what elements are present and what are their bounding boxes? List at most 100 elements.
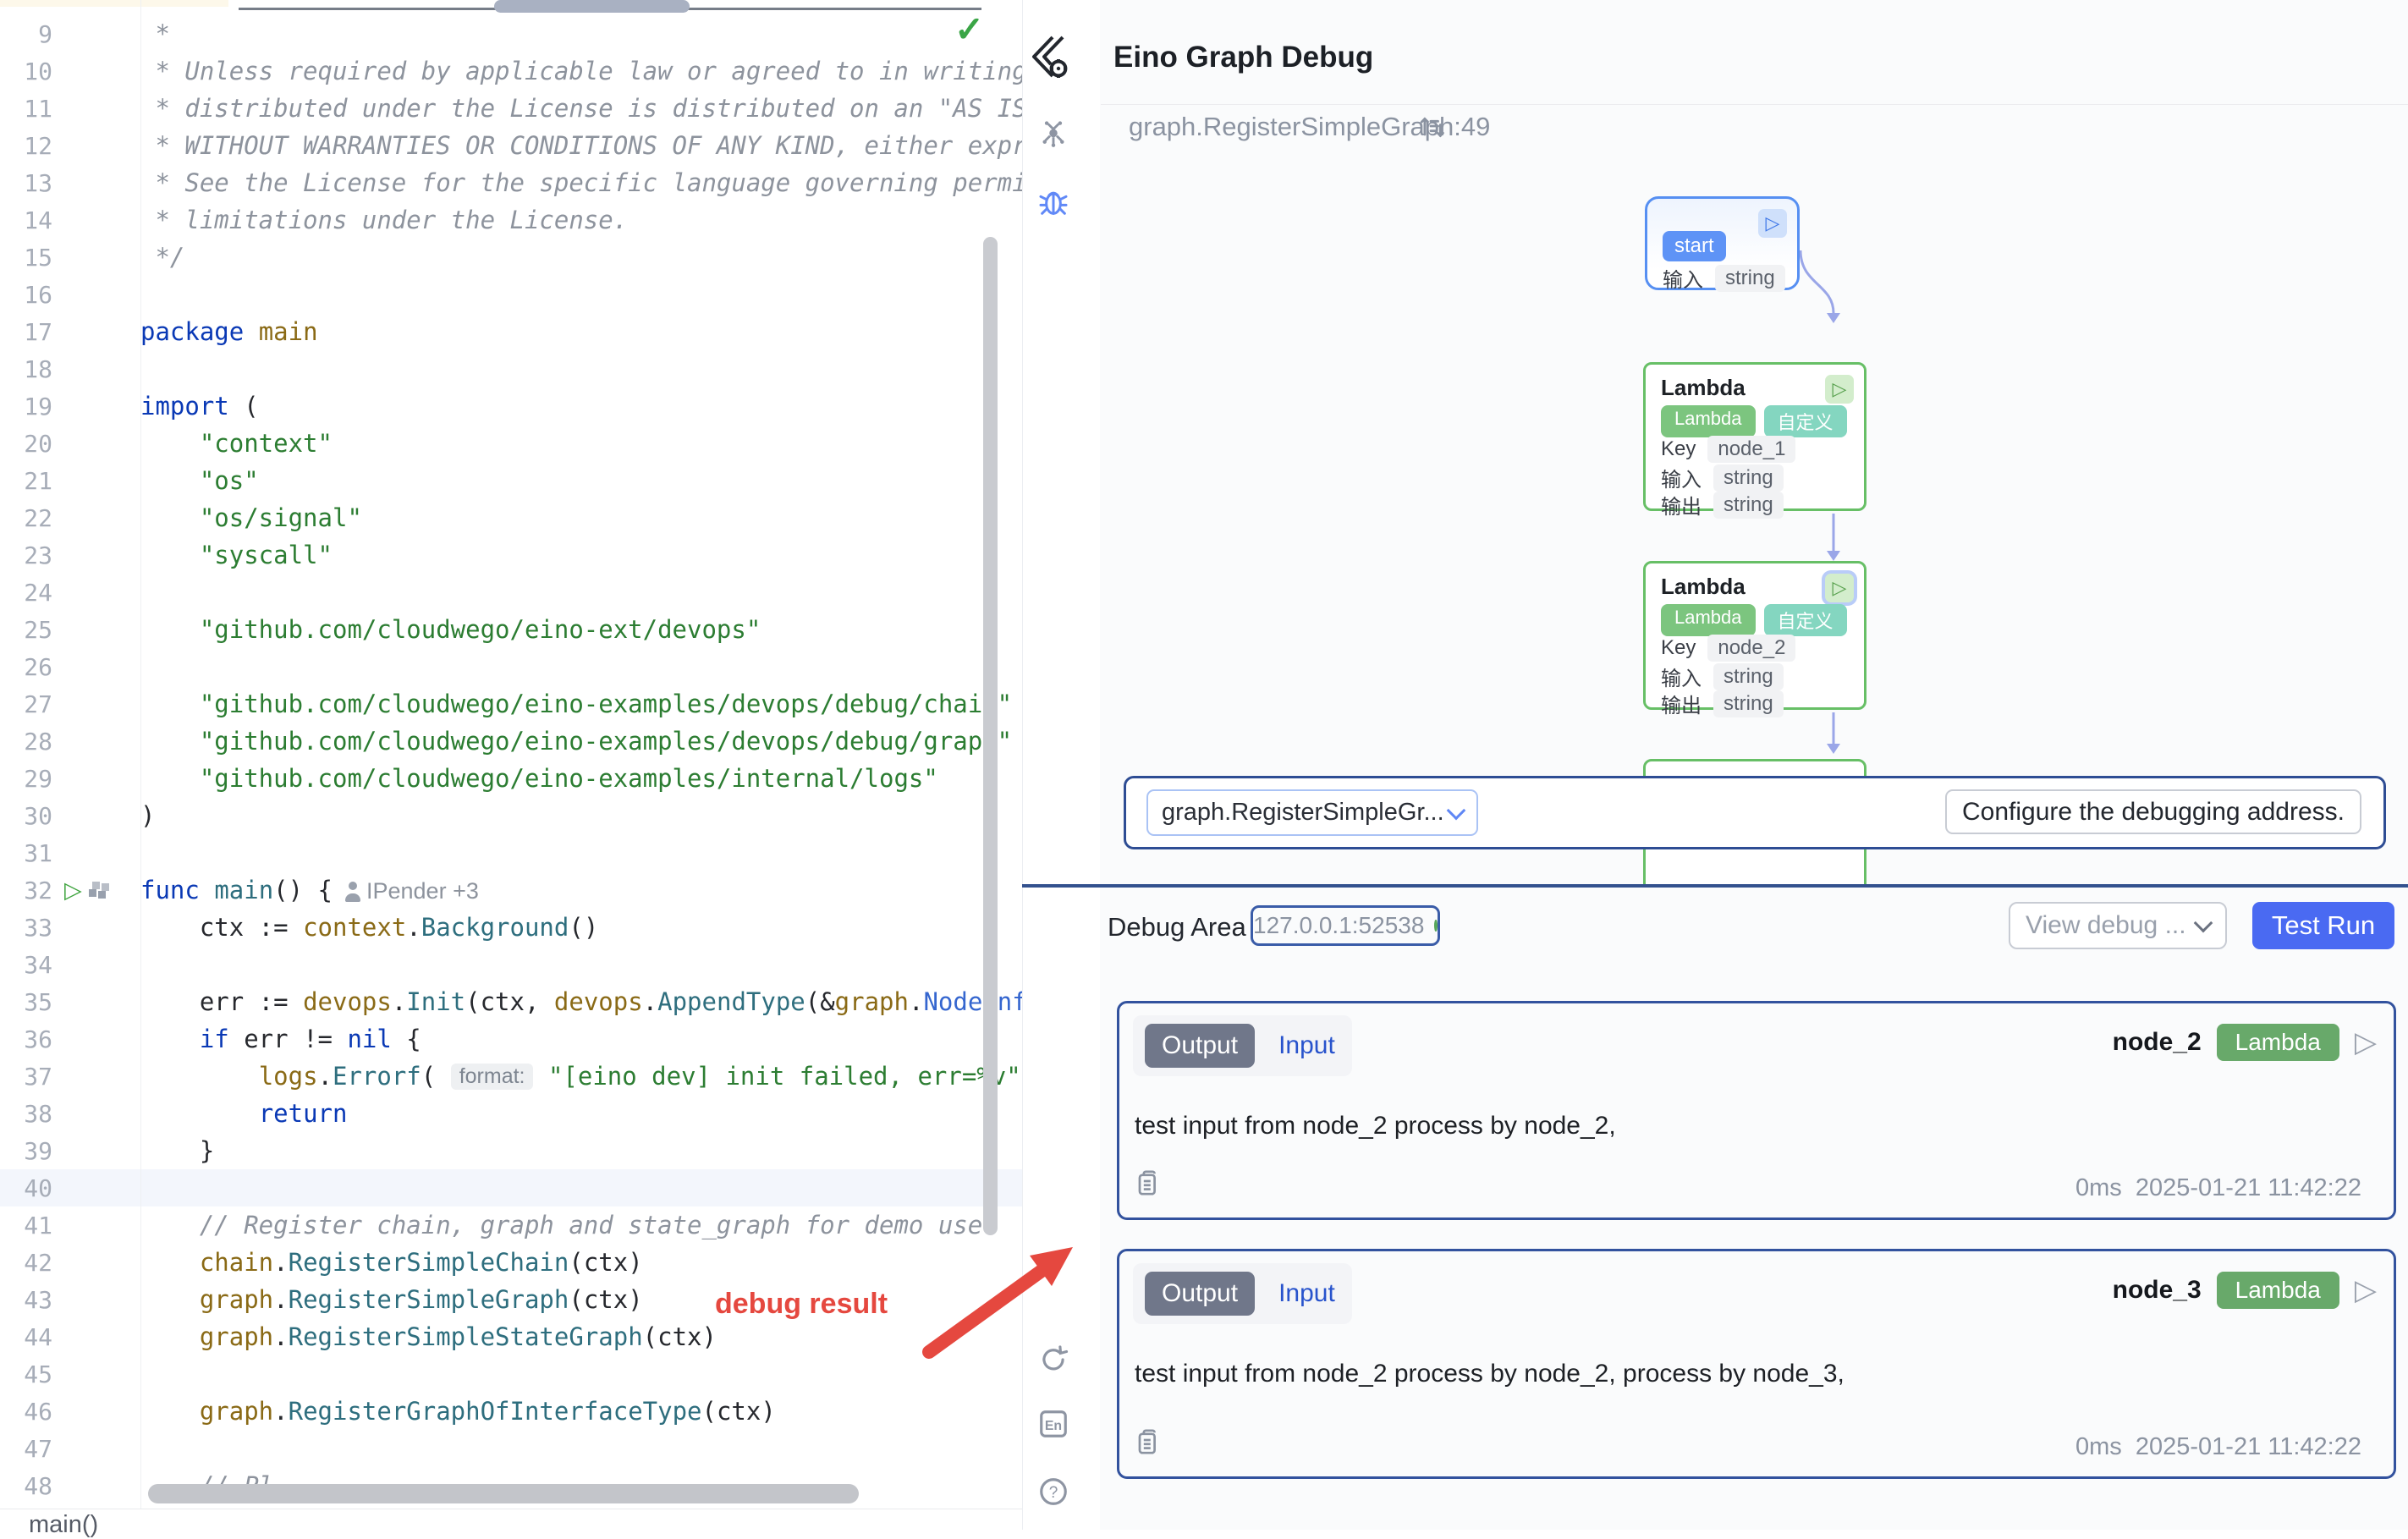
debug-address: 127.0.0.1:52538 <box>1253 912 1424 939</box>
code-line[interactable]: 39 } <box>0 1132 1022 1169</box>
copy-icon[interactable] <box>1133 1428 1160 1463</box>
code-line[interactable]: 11 * distributed under the License is di… <box>0 90 1022 127</box>
code-line[interactable]: 20 "context" <box>0 425 1022 462</box>
card-output-text: test input from node_2 process by node_2… <box>1135 1112 1616 1141</box>
minimap-thumb[interactable] <box>494 0 690 13</box>
code-line[interactable]: 27 "github.com/cloudwego/eino-examples/d… <box>0 685 1022 723</box>
card-lambda-badge: Lambda <box>2217 1272 2339 1309</box>
run-main-icon[interactable]: ▷ <box>64 879 82 902</box>
node-title: Lambda <box>1661 574 1746 600</box>
code-lines: 9 *10 * Unless required by applicable la… <box>0 15 1022 1504</box>
card-node-name: node_2 <box>2113 1028 2202 1057</box>
code-line[interactable]: 45 <box>0 1355 1022 1393</box>
code-line[interactable]: 15 */ <box>0 239 1022 276</box>
tab-input[interactable]: Input <box>1273 1031 1340 1060</box>
code-line[interactable]: 29 "github.com/cloudwego/eino-examples/i… <box>0 760 1022 797</box>
card-tabs: Output Input <box>1133 1015 1352 1076</box>
code-line[interactable]: 25 "github.com/cloudwego/eino-ext/devops… <box>0 611 1022 648</box>
tab-input[interactable]: Input <box>1273 1279 1340 1308</box>
debug-bug-icon[interactable] <box>1031 184 1075 220</box>
output-label: 输出 <box>1661 490 1702 519</box>
code-line[interactable]: 13 * See the License for the specific la… <box>0 164 1022 201</box>
svg-text:?: ? <box>1049 1484 1058 1502</box>
code-line[interactable]: 47 <box>0 1430 1022 1467</box>
profiler-icon[interactable] <box>89 889 96 897</box>
tab-output[interactable]: Output <box>1145 1024 1255 1068</box>
app-window: { "editor": { "breadcrumb": "main()", "d… <box>0 0 2408 1530</box>
code-line[interactable]: 34 <box>0 946 1022 983</box>
graph-select-dropdown[interactable]: graph.RegisterSimpleGr... <box>1146 789 1478 836</box>
graph-node-icon[interactable] <box>1031 117 1075 152</box>
code-line[interactable]: 16 <box>0 276 1022 313</box>
code-line[interactable]: 14 * limitations under the License. <box>0 201 1022 239</box>
configure-address-button[interactable]: Configure the debugging address. <box>1945 789 2361 834</box>
vertical-scrollbar[interactable] <box>983 237 998 1235</box>
language-en-icon[interactable]: En <box>1031 1406 1075 1442</box>
code-line[interactable]: 41 // Register chain, graph and state_gr… <box>0 1206 1022 1244</box>
node-title: Lambda <box>1661 375 1746 401</box>
node-play-button[interactable]: ▷ <box>1825 375 1854 404</box>
code-line[interactable]: 17package main <box>0 313 1022 350</box>
code-line[interactable]: 33 ctx := context.Background() <box>0 909 1022 946</box>
graph-selector-bar: graph.RegisterSimpleGr... Configure the … <box>1124 776 2386 849</box>
code-line[interactable]: 10 * Unless required by applicable law o… <box>0 52 1022 90</box>
eino-logo-icon <box>1025 32 1073 81</box>
card-play-icon[interactable]: ▷ <box>2355 1273 2377 1307</box>
card-timestamp: 2025-01-21 11:42:22 <box>2136 1174 2361 1201</box>
input-type-chip: string <box>1713 663 1784 690</box>
code-line[interactable]: 22 "os/signal" <box>0 499 1022 536</box>
card-duration: 0ms <box>2075 1174 2122 1201</box>
code-line[interactable]: 40 <box>0 1169 1022 1206</box>
test-run-button[interactable]: Test Run <box>2252 902 2394 949</box>
breadcrumb[interactable]: main() <box>0 1509 1022 1531</box>
graph-node-lambda-2[interactable]: Lambda ▷ Lambda 自定义 Keynode_2 输入string 输… <box>1643 561 1866 710</box>
debug-result-annotation: debug result <box>715 1288 901 1321</box>
code-line[interactable]: 44 graph.RegisterSimpleStateGraph(ctx) <box>0 1318 1022 1355</box>
lambda-badge: Lambda <box>1661 604 1756 636</box>
breadcrumb-main[interactable]: main() <box>29 1511 98 1539</box>
chevron-down-icon <box>1447 800 1466 820</box>
code-line[interactable]: 9 * <box>0 15 1022 52</box>
refresh-icon[interactable] <box>1031 1342 1075 1377</box>
code-line[interactable]: 38 return <box>0 1095 1022 1132</box>
copy-icon[interactable] <box>1133 1169 1160 1204</box>
card-duration: 0ms <box>2075 1433 2122 1460</box>
card-node-name: node_3 <box>2113 1276 2202 1305</box>
code-line[interactable]: 21 "os" <box>0 462 1022 499</box>
panel-title: Eino Graph Debug <box>1113 41 1373 74</box>
horizontal-scrollbar[interactable] <box>148 1484 859 1503</box>
view-debug-dropdown[interactable]: View debug ... <box>2009 902 2227 949</box>
node-play-button[interactable]: ▷ <box>1758 209 1787 238</box>
code-line[interactable]: 24 <box>0 574 1022 611</box>
graph-canvas[interactable]: ▷ start 输入 string Lambda ▷ Lambda 自定义 Ke… <box>1101 105 2408 886</box>
card-play-icon[interactable]: ▷ <box>2355 1025 2377 1059</box>
code-line[interactable]: 23 "syscall" <box>0 536 1022 574</box>
code-editor[interactable]: ✓ 9 *10 * Unless required by applicable … <box>0 0 1022 1509</box>
code-line[interactable]: 19import ( <box>0 387 1022 425</box>
help-icon[interactable]: ? <box>1031 1474 1075 1509</box>
code-line[interactable]: 37 logs.Errorf( format: "[eino dev] init… <box>0 1058 1022 1095</box>
code-line[interactable]: 28 "github.com/cloudwego/eino-examples/d… <box>0 723 1022 760</box>
code-line[interactable]: 31 <box>0 834 1022 871</box>
input-type-chip: string <box>1713 464 1784 492</box>
input-type-chip: string <box>1715 265 1785 292</box>
card-output-text: test input from node_2 process by node_2… <box>1135 1360 1844 1388</box>
node-play-button-selected[interactable]: ▷ <box>1825 574 1854 602</box>
code-line[interactable]: 12 * WITHOUT WARRANTIES OR CONDITIONS OF… <box>0 127 1022 164</box>
code-line[interactable]: 42 chain.RegisterSimpleChain(ctx) <box>0 1244 1022 1281</box>
code-line[interactable]: 26 <box>0 648 1022 685</box>
input-label: 输入 <box>1663 263 1703 293</box>
graph-node-start[interactable]: ▷ start 输入 string <box>1645 196 1800 290</box>
code-line[interactable]: 36 if err != nil { <box>0 1020 1022 1058</box>
code-line[interactable]: 32▷func main() {IPender +3 <box>0 871 1022 909</box>
key-label: Key <box>1661 437 1696 461</box>
chevron-down-icon <box>2194 914 2213 933</box>
debug-address-pill[interactable]: 127.0.0.1:52538 <box>1251 905 1440 946</box>
tab-output[interactable]: Output <box>1145 1272 1255 1316</box>
code-line[interactable]: 18 <box>0 350 1022 387</box>
code-line[interactable]: 46 graph.RegisterGraphOfInterfaceType(ct… <box>0 1393 1022 1430</box>
graph-node-lambda-1[interactable]: Lambda ▷ Lambda 自定义 Keynode_1 输入string 输… <box>1643 362 1866 511</box>
editor-tab-remnant <box>0 0 228 7</box>
code-line[interactable]: 30) <box>0 797 1022 834</box>
code-line[interactable]: 35 err := devops.Init(ctx, devops.Append… <box>0 983 1022 1020</box>
